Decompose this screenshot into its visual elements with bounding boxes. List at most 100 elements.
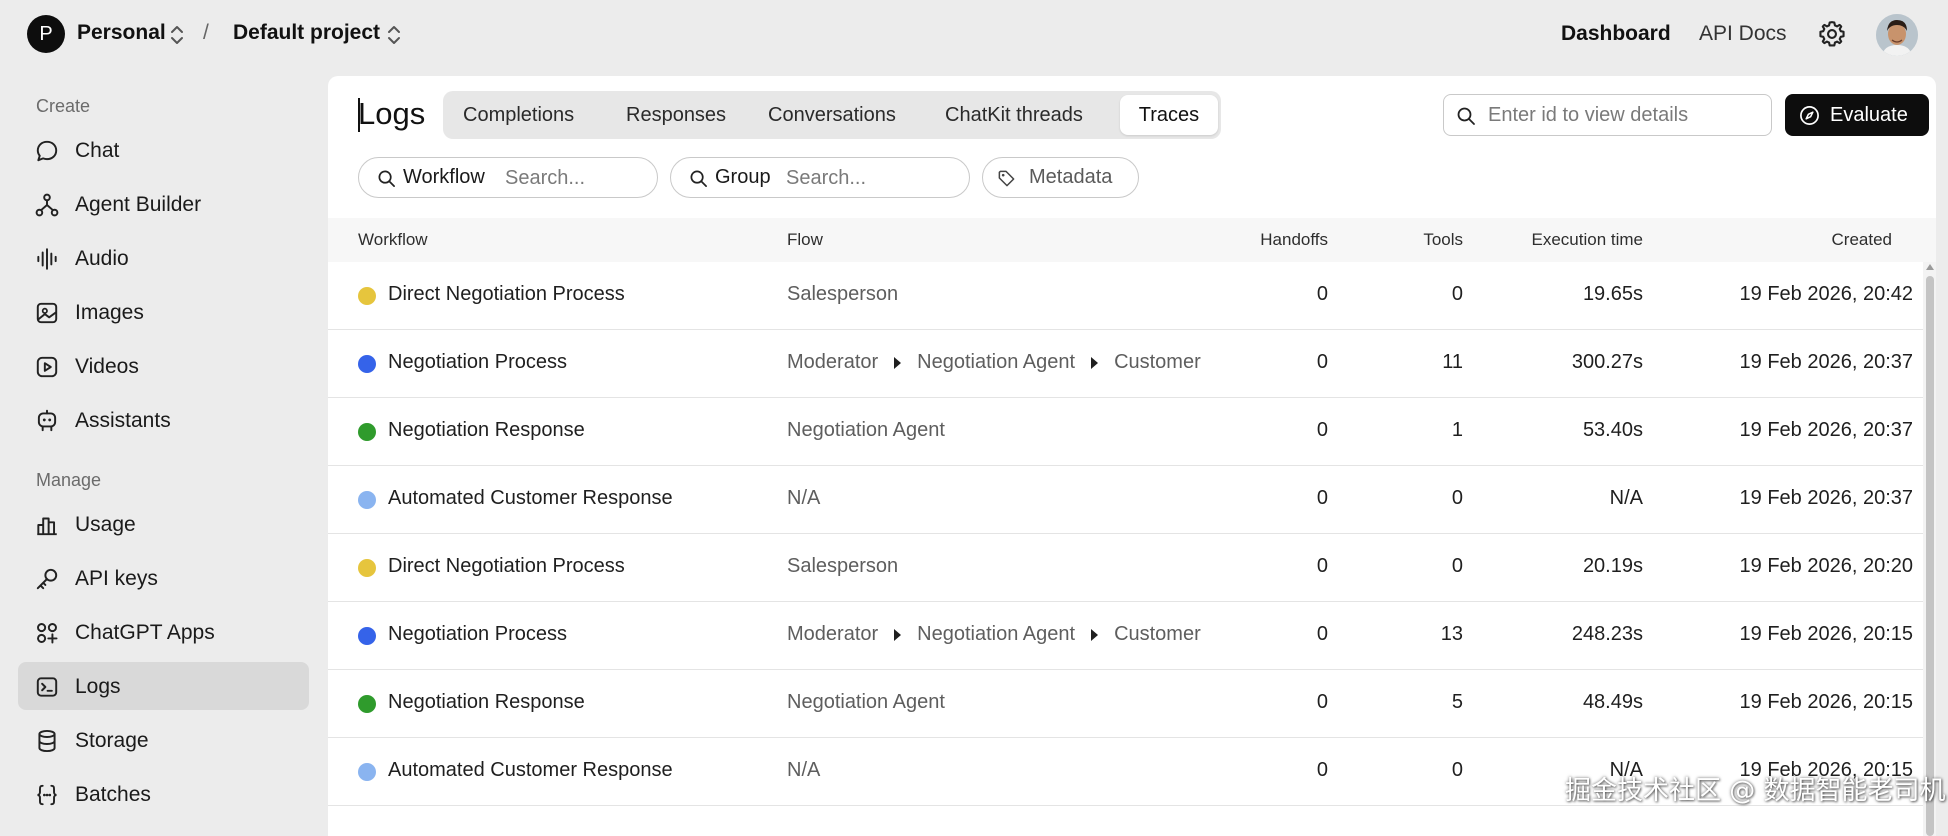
video-play-icon — [36, 356, 58, 378]
column-header-tools[interactable]: Tools — [1423, 230, 1463, 250]
column-header-created[interactable]: Created — [1832, 230, 1892, 250]
tab-responses[interactable]: Responses — [626, 95, 726, 135]
tab-completions[interactable]: Completions — [463, 95, 574, 135]
tab-chatkit-threads[interactable]: ChatKit threads — [945, 95, 1083, 135]
sidebar-item-batches[interactable]: Batches — [18, 770, 309, 818]
tools-count: 0 — [1451, 283, 1463, 305]
braces-icon — [37, 784, 57, 806]
column-header-execution-time[interactable]: Execution time — [1532, 230, 1644, 250]
flow-path: Moderator Negotiation Agent Customer — [787, 623, 1203, 651]
tools-count: 0 — [1451, 759, 1463, 781]
sidebar-item-logs[interactable]: Logs — [18, 662, 309, 710]
scroll-up-arrow[interactable] — [1926, 264, 1934, 270]
trace-row[interactable]: Automated Customer Response N/A 0 0 N/A 19 Fe… — [328, 466, 1923, 534]
evaluate-button[interactable]: Evaluate — [1785, 94, 1929, 136]
sidebar-item-label: Chat — [75, 139, 120, 162]
workflow-status-dot — [358, 559, 376, 577]
org-avatar[interactable]: P — [27, 15, 65, 53]
scrollbar-thumb[interactable] — [1926, 276, 1934, 836]
workflow-search-input[interactable] — [505, 165, 645, 191]
project-switcher[interactable]: Default project — [233, 21, 380, 45]
sidebar-item-label: Agent Builder — [75, 193, 202, 216]
handoffs-count: 0 — [1316, 351, 1328, 373]
sidebar-item-storage[interactable]: Storage — [18, 716, 309, 764]
group-filter-key: Group — [715, 166, 771, 188]
workflow-filter[interactable]: Workflow — [358, 157, 658, 198]
top-bar: P Personal / Default project Dashboard A… — [0, 0, 1948, 68]
column-header-workflow[interactable]: Workflow — [358, 230, 428, 250]
sidebar-item-agent-builder[interactable]: Agent Builder — [18, 180, 309, 228]
execution-time: 48.49s — [1582, 691, 1643, 713]
search-icon — [1457, 107, 1475, 125]
sidebar-item-images[interactable]: Images — [18, 288, 309, 336]
sidebar-item-chatgpt-apps[interactable]: ChatGPT Apps — [18, 608, 309, 656]
tools-count: 1 — [1451, 419, 1463, 441]
handoffs-count: 0 — [1316, 283, 1328, 305]
created-timestamp: 19 Feb 2026, 20:15 — [1739, 691, 1913, 713]
sidebar-item-chat[interactable]: Chat — [18, 126, 309, 174]
search-icon — [690, 170, 707, 187]
created-timestamp: 19 Feb 2026, 20:42 — [1739, 283, 1913, 305]
trace-row[interactable]: Negotiation Response Negotiation Agent 0 5 4… — [328, 670, 1923, 738]
workflow-name: Negotiation Process — [388, 351, 567, 373]
sidebar-item-api-keys[interactable]: API keys — [18, 554, 309, 602]
table-scrollbar[interactable] — [1923, 262, 1936, 836]
column-header-flow[interactable]: Flow — [787, 230, 823, 250]
sidebar-item-label: ChatGPT Apps — [75, 621, 215, 644]
workflow-name: Negotiation Process — [388, 623, 567, 645]
trace-row[interactable]: Direct Negotiation Process Salesperson 0 0 1… — [328, 262, 1923, 330]
id-search-input[interactable] — [1488, 101, 1758, 129]
audio-wave-icon — [37, 248, 57, 270]
workflow-name: Negotiation Response — [388, 419, 585, 441]
sidebar-item-label: Usage — [75, 513, 136, 536]
flow-path: N/A — [787, 487, 1203, 515]
flow-path: Negotiation Agent — [787, 691, 1203, 719]
workflow-name: Automated Customer Response — [388, 759, 673, 781]
handoffs-count: 0 — [1316, 759, 1328, 781]
workflow-status-dot — [358, 287, 376, 305]
group-search-input[interactable] — [786, 165, 956, 191]
tab-conversations[interactable]: Conversations — [768, 95, 896, 135]
sidebar-section-manage: Manage — [36, 470, 102, 490]
gear-icon[interactable] — [1818, 20, 1846, 48]
nav-dashboard-link[interactable]: Dashboard — [1561, 22, 1671, 46]
flow-step: Moderator — [787, 623, 879, 646]
page-title: Logs — [358, 96, 426, 131]
workflow-status-dot — [358, 763, 376, 781]
workflow-name: Direct Negotiation Process — [388, 555, 625, 577]
tab-traces[interactable]: Traces — [1120, 95, 1218, 135]
tag-icon — [998, 170, 1015, 187]
trace-row[interactable]: Direct Negotiation Process Salesperson 0 0 2… — [328, 534, 1923, 602]
workflow-status-dot — [358, 695, 376, 713]
trace-row[interactable]: Negotiation Process Moderator Negotiation … — [328, 330, 1923, 398]
sidebar-item-label: Logs — [75, 675, 121, 698]
column-header-handoffs[interactable]: Handoffs — [1260, 230, 1328, 250]
user-avatar[interactable] — [1876, 14, 1918, 56]
sidebar-item-assistants[interactable]: Assistants — [18, 396, 309, 444]
trace-row[interactable]: Negotiation Process Moderator Negotiation … — [328, 602, 1923, 670]
sidebar-item-label: Assistants — [75, 409, 171, 432]
sidebar-item-label: Videos — [75, 355, 139, 378]
workflow-filter-key: Workflow — [403, 166, 485, 188]
sidebar-section-create: Create — [36, 96, 91, 116]
sidebar-item-audio[interactable]: Audio — [18, 234, 309, 282]
flow-path: Moderator Negotiation Agent Customer — [787, 351, 1203, 379]
sidebar-item-label: API keys — [75, 567, 158, 590]
flow-path: Negotiation Agent — [787, 419, 1203, 447]
metadata-filter[interactable]: Metadata — [982, 157, 1139, 198]
sidebar-item-label: Images — [75, 301, 144, 324]
group-filter[interactable]: Group — [670, 157, 970, 198]
nav-api-docs-link[interactable]: API Docs — [1699, 22, 1787, 46]
sidebar-item-videos[interactable]: Videos — [18, 342, 309, 390]
execution-time: 20.19s — [1582, 555, 1643, 577]
metadata-filter-label: Metadata — [1029, 166, 1113, 188]
trace-row[interactable]: Negotiation Response Negotiation Agent 0 1 5… — [328, 398, 1923, 466]
org-switcher[interactable]: Personal — [77, 21, 166, 45]
sidebar: Create Chat Agent Builder Audio Images V… — [0, 68, 328, 822]
chevron-updown-icon[interactable] — [169, 24, 185, 46]
workflow-name: Negotiation Response — [388, 691, 585, 713]
execution-time: 19.65s — [1582, 283, 1643, 305]
flow-step: Salesperson — [787, 283, 899, 306]
chevron-updown-icon[interactable] — [386, 24, 402, 46]
sidebar-item-usage[interactable]: Usage — [18, 500, 309, 548]
